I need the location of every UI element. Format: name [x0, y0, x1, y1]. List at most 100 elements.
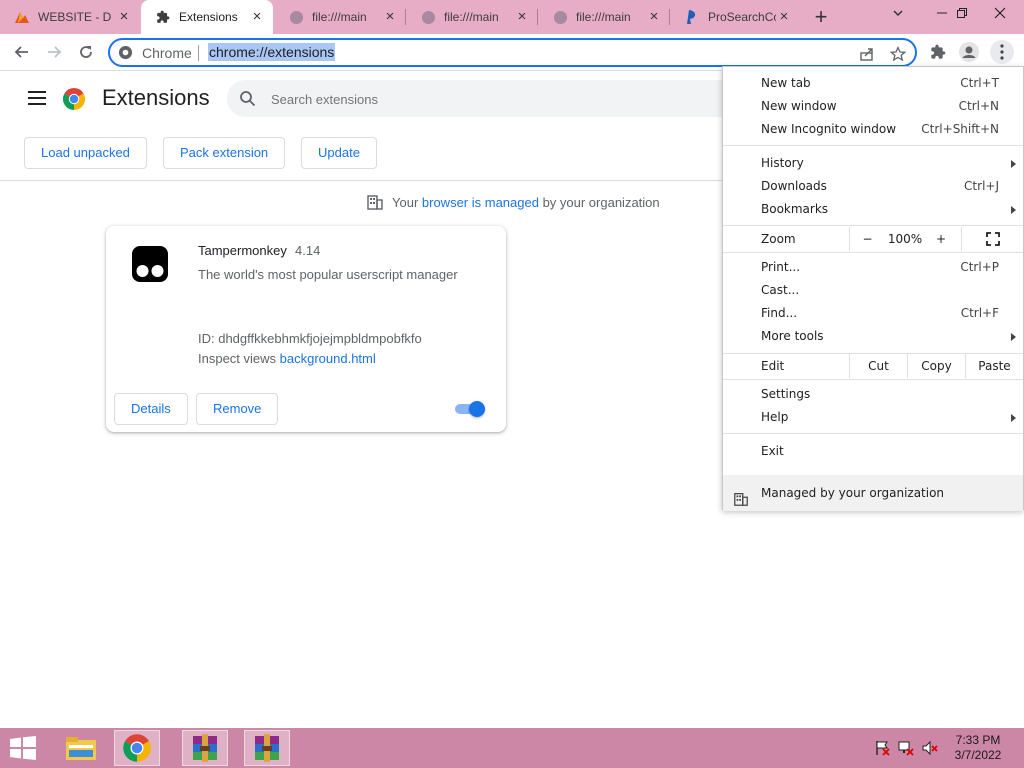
cut-button[interactable]: Cut [849, 354, 907, 378]
search-input[interactable] [271, 89, 571, 109]
tampermonkey-icon [132, 246, 168, 282]
submenu-arrow-icon [1011, 414, 1016, 422]
restore-button[interactable] [944, 0, 980, 30]
remove-button[interactable]: Remove [196, 393, 279, 425]
close-window-button[interactable] [982, 0, 1018, 30]
forward-button[interactable] [40, 38, 68, 66]
tab-title: file:///main [444, 10, 499, 24]
close-icon[interactable]: × [514, 9, 530, 25]
zoom-level: 100% [887, 232, 923, 246]
paste-button[interactable]: Paste [965, 354, 1023, 378]
tab-title: WEBSITE - D [38, 10, 112, 24]
close-icon[interactable]: × [116, 9, 132, 25]
share-icon[interactable] [858, 45, 876, 63]
menu-edit-row: Edit Cut Copy Paste [723, 354, 1023, 378]
load-unpacked-button[interactable]: Load unpacked [24, 137, 147, 169]
background-page-link[interactable]: background.html [280, 351, 376, 366]
menu-item-print[interactable]: Print... Ctrl+P [723, 256, 1023, 279]
pack-extension-button[interactable]: Pack extension [163, 137, 286, 169]
tab-file-main-1[interactable]: file:///main × [274, 0, 406, 34]
tab-title: file:///main [576, 10, 631, 24]
search-extensions-box[interactable] [227, 80, 747, 117]
bookmark-star-icon[interactable] [889, 45, 907, 63]
details-button[interactable]: Details [114, 393, 188, 425]
url-text[interactable]: chrome://extensions [208, 43, 336, 61]
chrome-logo-icon [62, 87, 86, 111]
tab-website[interactable]: WEBSITE - D × [0, 0, 140, 34]
update-button[interactable]: Update [301, 137, 377, 169]
volume-muted-icon[interactable] [922, 740, 938, 756]
reload-button[interactable] [72, 38, 100, 66]
managed-notice: Your browser is managed by your organiza… [366, 193, 660, 211]
menu-kebab-icon[interactable] [990, 40, 1014, 64]
menu-item-exit[interactable]: Exit [723, 440, 1023, 463]
file-explorer-icon[interactable] [58, 730, 104, 766]
clock-time: 7:33 PM [955, 733, 1001, 747]
tab-file-main-2[interactable]: file:///main × [406, 0, 538, 34]
globe-icon [552, 9, 568, 25]
menu-item-find[interactable]: Find... Ctrl+F [723, 302, 1023, 325]
building-icon [366, 193, 384, 211]
extensions-puzzle-icon[interactable] [926, 40, 950, 64]
inspect-views: Inspect views background.html [198, 351, 376, 366]
search-icon [239, 90, 257, 108]
extension-description: The world's most popular userscript mana… [198, 267, 458, 282]
tab-title: ProSearchCo [708, 10, 776, 24]
menu-item-settings[interactable]: Settings [723, 383, 1023, 406]
extension-version: 4.14 [295, 243, 321, 258]
back-button[interactable] [8, 38, 36, 66]
close-icon[interactable]: × [776, 9, 792, 25]
tab-search-chevron-icon[interactable] [880, 0, 916, 30]
extension-card-tampermonkey: Tampermonkey 4.14 The world's most popul… [106, 226, 506, 432]
submenu-arrow-icon [1011, 333, 1016, 341]
tab-prosearch[interactable]: ProSearchCo × [670, 0, 800, 34]
globe-icon [420, 9, 436, 25]
tab-file-main-3[interactable]: file:///main × [538, 0, 670, 34]
prosearch-favicon [684, 9, 700, 25]
menu-item-downloads[interactable]: Downloads Ctrl+J [723, 175, 1023, 198]
extension-name: Tampermonkey [198, 243, 287, 258]
clock-date: 3/7/2022 [954, 748, 1002, 762]
menu-item-more-tools[interactable]: More tools [723, 325, 1023, 348]
building-icon [733, 485, 749, 506]
tab-title: Extensions [179, 10, 238, 24]
network-icon[interactable] [898, 740, 914, 756]
menu-item-managed[interactable]: Managed by your organization [723, 475, 1023, 511]
copy-button[interactable]: Copy [907, 354, 965, 378]
puzzle-icon [155, 9, 171, 25]
site-chip: Chrome [142, 45, 192, 61]
menu-item-new-tab[interactable]: New tab Ctrl+T [723, 72, 1023, 95]
menu-item-cast[interactable]: Cast... [723, 279, 1023, 302]
menu-item-new-window[interactable]: New window Ctrl+N [723, 95, 1023, 118]
enable-toggle[interactable] [455, 401, 487, 417]
chrome-icon[interactable] [114, 730, 160, 766]
windows-start-icon[interactable] [8, 736, 38, 760]
extension-id: ID: dhdgffkkebhmkfjojejmpbldmpobfkfo [198, 331, 422, 346]
profile-avatar-icon[interactable] [957, 40, 981, 64]
globe-icon [288, 9, 304, 25]
address-bar[interactable]: Chrome chrome://extensions [108, 38, 917, 67]
submenu-arrow-icon [1011, 160, 1016, 168]
zoom-in-button[interactable]: + [925, 227, 957, 251]
windows-taskbar: 7:33 PM 3/7/2022 [0, 728, 1024, 768]
system-clock[interactable]: 7:33 PM 3/7/2022 [948, 733, 1008, 763]
tab-extensions[interactable]: Extensions × [141, 0, 273, 34]
hamburger-menu-icon[interactable] [28, 91, 46, 105]
menu-item-history[interactable]: History [723, 152, 1023, 175]
menu-item-new-incognito[interactable]: New Incognito window Ctrl+Shift+N [723, 118, 1023, 141]
new-tab-button[interactable]: + [808, 4, 834, 30]
fullscreen-icon[interactable] [961, 227, 1023, 251]
close-icon[interactable]: × [249, 9, 265, 25]
menu-item-bookmarks[interactable]: Bookmarks [723, 198, 1023, 221]
zoom-out-button[interactable]: − [849, 227, 885, 251]
menu-item-help[interactable]: Help [723, 406, 1023, 429]
winrar-icon[interactable] [182, 730, 228, 766]
close-icon[interactable]: × [646, 9, 662, 25]
tab-strip: WEBSITE - D × Extensions × file:///main … [0, 0, 1024, 34]
page-title: Extensions [102, 85, 210, 110]
managed-link[interactable]: browser is managed [422, 195, 539, 210]
close-icon[interactable]: × [382, 9, 398, 25]
winrar-icon[interactable] [244, 730, 290, 766]
action-center-flag-icon[interactable] [874, 740, 890, 756]
submenu-arrow-icon [1011, 206, 1016, 214]
